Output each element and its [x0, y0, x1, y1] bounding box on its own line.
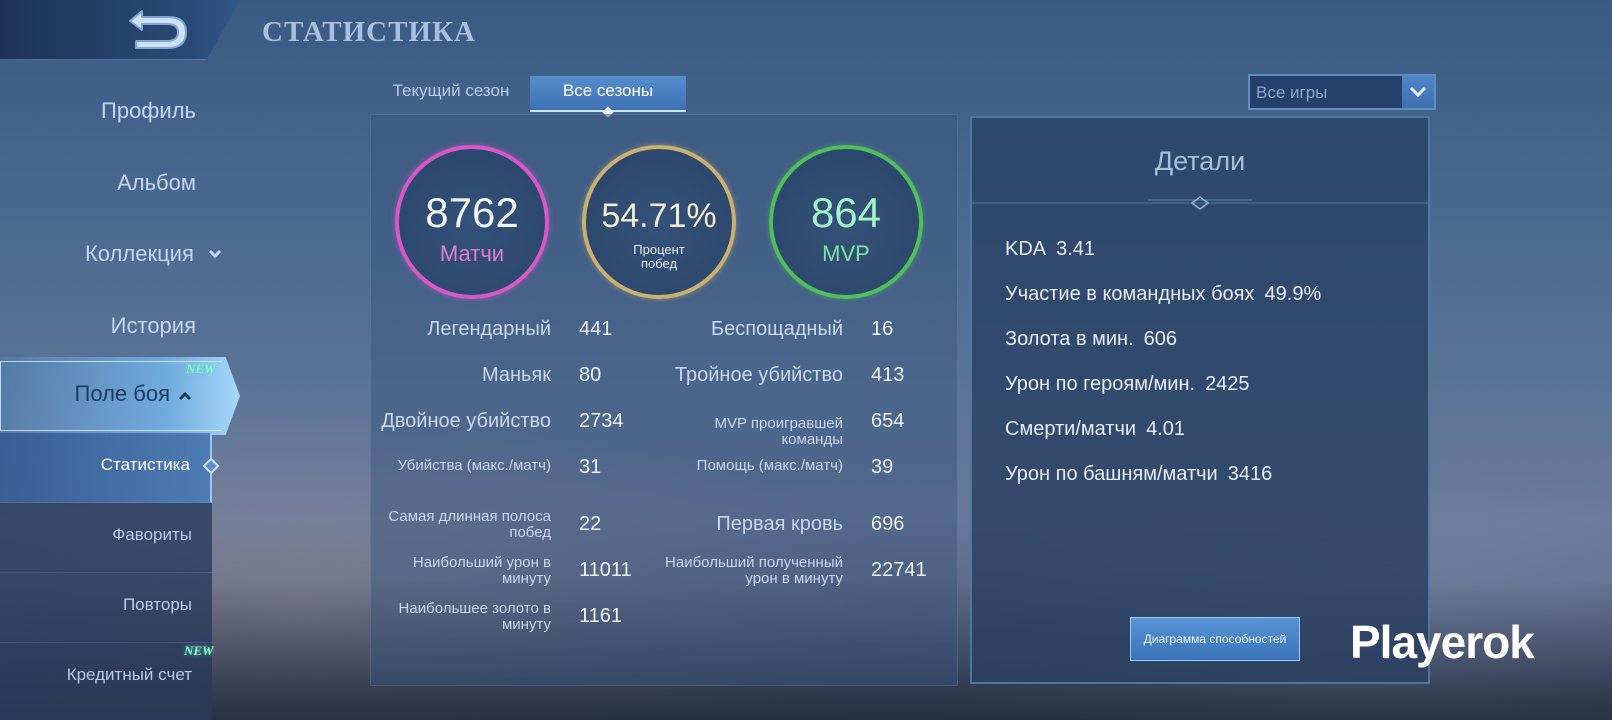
- matches-count: 8762: [425, 189, 519, 236]
- stat-label: Беспощадный: [710, 318, 843, 340]
- detail-row-deaths: Смерти/матчи 4.01: [1005, 418, 1186, 440]
- stat-value: 441: [579, 318, 613, 340]
- new-badge: NEW: [186, 361, 216, 376]
- stat-label: Помощь (макс./матч): [696, 457, 843, 474]
- sidebar-item-label: Альбом: [117, 170, 196, 195]
- back-button[interactable]: [112, 8, 192, 54]
- stat-label: MVP проигравшей команды: [714, 415, 843, 448]
- sidebar-item-label: История: [110, 313, 196, 338]
- game-mode-dropdown[interactable]: Все игры: [1248, 74, 1436, 110]
- stats-panel: 8762 Матчи 54.71% Процент побед 864 MVP …: [370, 114, 958, 686]
- ability-chart-button[interactable]: Диаграмма способностей: [1130, 617, 1300, 661]
- stat-value: 654: [871, 410, 905, 432]
- stat-label: Маньяк: [481, 364, 551, 386]
- watermark: Playerok: [1350, 616, 1535, 668]
- active-diamond-icon: [202, 457, 220, 475]
- stat-label: Двойное убийство: [381, 410, 551, 432]
- sidebar-subitem-favorites[interactable]: Фавориты: [0, 503, 212, 573]
- sidebar-item-battlefield[interactable]: Поле боя NEW: [0, 357, 240, 435]
- sidebar-item-profile[interactable]: Профиль: [0, 98, 196, 124]
- back-arrow-icon: [129, 10, 187, 49]
- sidebar-subpanel: Статистика Фавориты Повторы Кредитный сч…: [0, 433, 220, 720]
- stat-label: Наибольший урон в минуту: [412, 554, 551, 587]
- details-panel: Детали KDA 3.41 Участие в командных боях 4…: [970, 116, 1430, 684]
- details-title: Детали: [1154, 146, 1246, 176]
- detail-row-teamfight: Участие в командных боях 49.9%: [1005, 283, 1322, 305]
- chevron-up-icon: [178, 381, 192, 406]
- divider-ornament-icon: [972, 196, 1428, 210]
- sidebar-subitem-label: Фавориты: [112, 525, 192, 544]
- matches-circle: 8762 Матчи: [395, 145, 549, 299]
- stat-label: Наибольший полученный урон в минуту: [665, 554, 843, 587]
- sidebar-item-label: Коллекция: [84, 241, 194, 266]
- chevron-down-icon: [208, 246, 222, 264]
- stat-label: Убийства (макс./матч): [397, 457, 551, 474]
- sidebar-subitem-label: Повторы: [122, 595, 192, 614]
- chevron-down-icon: [1402, 76, 1434, 108]
- sidebar-item-history[interactable]: История: [0, 313, 196, 339]
- sidebar-subitem-statistics[interactable]: Статистика: [0, 433, 220, 503]
- stat-value: 22: [579, 513, 602, 535]
- sidebar-item-label: Поле боя: [74, 381, 171, 406]
- winrate-value: 54.71%: [601, 197, 717, 235]
- stat-value: 39: [871, 456, 894, 478]
- stat-value: 22741: [871, 559, 927, 581]
- stat-value: 696: [871, 513, 905, 535]
- detail-row-gold: Золота в мин. 606: [1005, 328, 1178, 350]
- stat-label: Легендарный: [427, 318, 551, 340]
- sidebar-subitem-label: Статистика: [100, 455, 190, 474]
- stat-value: 16: [871, 318, 894, 340]
- stat-label: Самая длинная полоса побед: [388, 508, 551, 541]
- tab-all-seasons[interactable]: Все сезоны: [530, 76, 686, 118]
- sidebar-item-collection[interactable]: Коллекция: [0, 241, 222, 267]
- new-badge: NEW: [184, 643, 214, 658]
- matches-label: Матчи: [439, 241, 505, 266]
- stat-value: 80: [579, 364, 602, 386]
- stat-label: Тройное убийство: [674, 364, 843, 386]
- stat-label: Наибольшее золото в минуту: [398, 600, 551, 633]
- detail-row-tower-damage: Урон по башням/матчи 3416: [1005, 463, 1273, 485]
- page-title: СТАТИСТИКА: [262, 16, 476, 48]
- stat-value: 31: [579, 456, 602, 478]
- stat-value: 1161: [579, 605, 623, 627]
- mvp-count: 864: [810, 189, 882, 236]
- tab-current-season[interactable]: Текущий сезон: [378, 76, 524, 112]
- detail-row-kda: KDA 3.41: [1005, 238, 1096, 260]
- stat-value: 413: [871, 364, 905, 386]
- mvp-label: MVP: [822, 241, 870, 266]
- stat-label: Первая кровь: [716, 513, 843, 535]
- sidebar-subitem-label: Кредитный счет: [66, 665, 192, 684]
- winrate-circle: 54.71% Процент побед: [582, 145, 736, 299]
- dropdown-value: Все игры: [1256, 83, 1328, 102]
- stat-value: 2734: [579, 410, 624, 432]
- sidebar-subitem-credit[interactable]: Кредитный счет NEW: [0, 643, 214, 713]
- mvp-circle: 864 MVP: [769, 145, 923, 299]
- sidebar-item-album[interactable]: Альбом: [0, 170, 196, 196]
- detail-row-hero-damage: Урон по героям/мин. 2425: [1005, 373, 1250, 395]
- winrate-label: Процент побед: [633, 242, 685, 271]
- sidebar-subitem-replays[interactable]: Повторы: [0, 573, 212, 643]
- sidebar-item-label: Профиль: [101, 98, 196, 123]
